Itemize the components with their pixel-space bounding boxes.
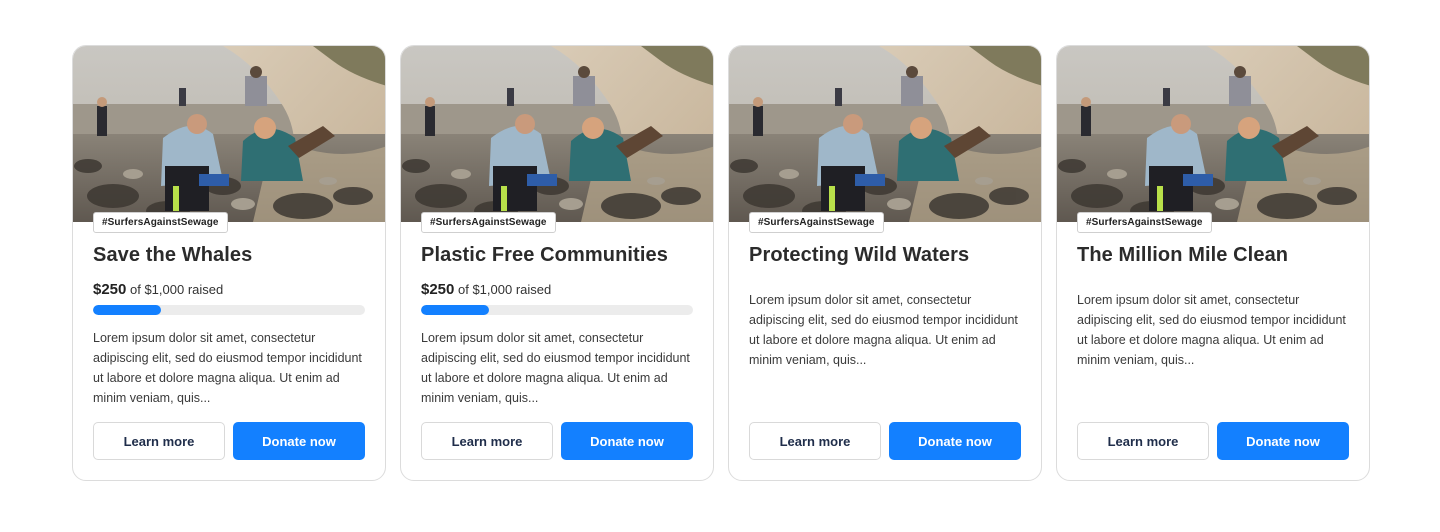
donate-now-button[interactable]: Donate now <box>1217 422 1349 460</box>
campaign-card: #SurfersAgainstSewage Save the Whales $2… <box>72 45 386 481</box>
raised-text: of $1,000 raised <box>458 282 552 297</box>
campaign-card: #SurfersAgainstSewage Plastic Free Commu… <box>400 45 714 481</box>
raised-text: of $1,000 raised <box>130 282 224 297</box>
beach-cleanup-photo <box>1057 46 1369 222</box>
campaign-tag: #SurfersAgainstSewage <box>749 212 884 233</box>
raised-summary: $250 of $1,000 raised <box>93 281 223 298</box>
campaign-tag: #SurfersAgainstSewage <box>93 212 228 233</box>
beach-cleanup-photo <box>401 46 713 222</box>
learn-more-button[interactable]: Learn more <box>749 422 881 460</box>
beach-cleanup-photo <box>729 46 1041 222</box>
card-description: Lorem ipsum dolor sit amet, consectetur … <box>93 331 362 405</box>
raised-amount: $250 <box>421 281 455 298</box>
campaign-card-grid: #SurfersAgainstSewage Save the Whales $2… <box>72 45 1370 481</box>
donate-now-button[interactable]: Donate now <box>233 422 365 460</box>
progress-bar <box>93 305 365 315</box>
card-title: Save the Whales <box>93 244 253 266</box>
learn-more-button[interactable]: Learn more <box>93 422 225 460</box>
card-title: Protecting Wild Waters <box>749 244 970 266</box>
campaign-card: #SurfersAgainstSewage Protecting Wild Wa… <box>728 45 1042 481</box>
progress-fill <box>93 305 161 315</box>
donate-now-button[interactable]: Donate now <box>889 422 1021 460</box>
card-description: Lorem ipsum dolor sit amet, consectetur … <box>749 293 1018 367</box>
learn-more-button[interactable]: Learn more <box>421 422 553 460</box>
learn-more-button[interactable]: Learn more <box>1077 422 1209 460</box>
card-description: Lorem ipsum dolor sit amet, consectetur … <box>1077 293 1346 367</box>
progress-bar <box>421 305 693 315</box>
raised-amount: $250 <box>93 281 127 298</box>
progress-fill <box>421 305 489 315</box>
campaign-card: #SurfersAgainstSewage The Million Mile C… <box>1056 45 1370 481</box>
beach-cleanup-photo <box>73 46 385 222</box>
campaign-tag: #SurfersAgainstSewage <box>1077 212 1212 233</box>
raised-summary: $250 of $1,000 raised <box>421 281 551 298</box>
card-title: The Million Mile Clean <box>1077 244 1289 266</box>
card-title: Plastic Free Communities <box>421 244 668 266</box>
card-description: Lorem ipsum dolor sit amet, consectetur … <box>421 331 690 405</box>
donate-now-button[interactable]: Donate now <box>561 422 693 460</box>
campaign-tag: #SurfersAgainstSewage <box>421 212 556 233</box>
